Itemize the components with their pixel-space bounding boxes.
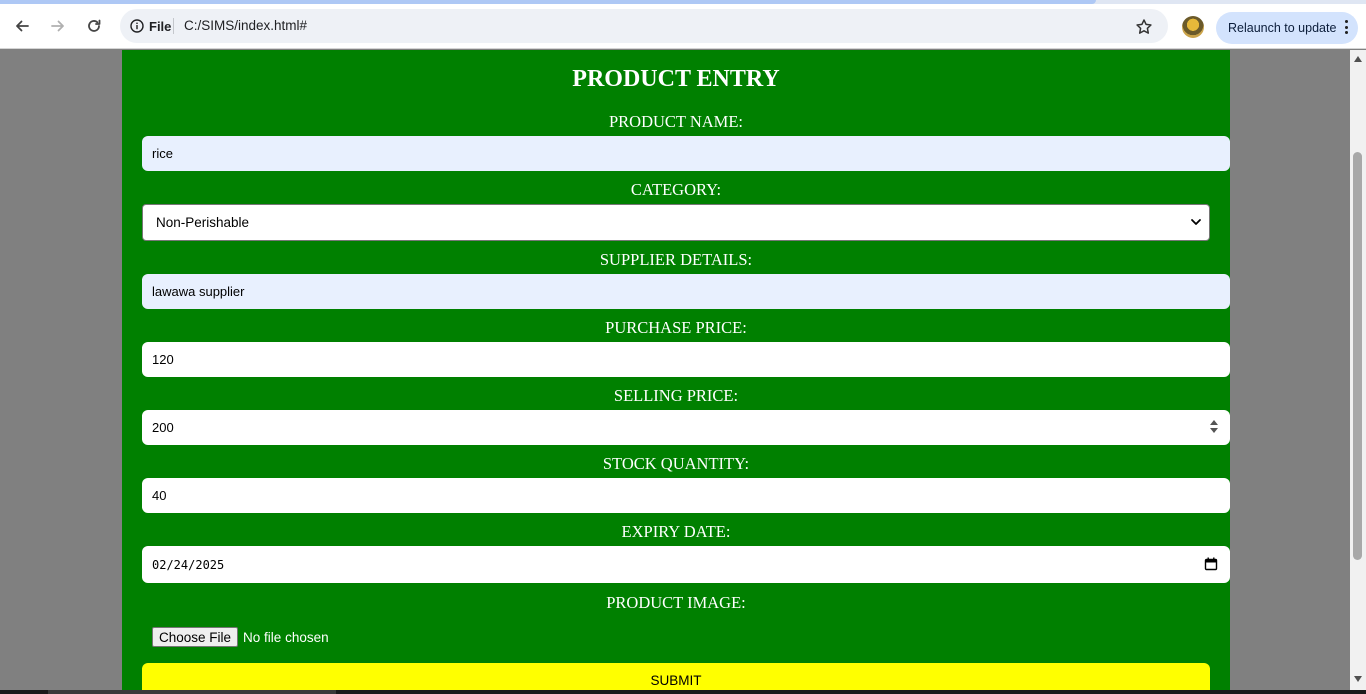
product-image-label: PRODUCT IMAGE:: [606, 593, 746, 612]
page-viewport: PRODUCT ENTRY PRODUCT NAME: rice CATEGOR…: [0, 50, 1350, 690]
expiry-date-value: 02/24/2025: [152, 557, 225, 572]
scrollbar-thumb[interactable]: [1353, 152, 1362, 560]
page-scrollbar[interactable]: [1350, 50, 1366, 690]
stock-quantity-label: STOCK QUANTITY:: [602, 454, 750, 473]
submit-button[interactable]: SUBMIT: [142, 663, 1210, 690]
omnibox-divider: [173, 18, 174, 34]
category-value: Non-Perishable: [156, 215, 250, 230]
forward-button[interactable]: [42, 10, 74, 42]
product-entry-form: PRODUCT ENTRY PRODUCT NAME: rice CATEGOR…: [122, 50, 1230, 690]
scroll-down-icon[interactable]: [1354, 676, 1362, 682]
star-icon: [1136, 19, 1152, 34]
selling-price-value: 200: [152, 420, 174, 435]
number-spinner-icon[interactable]: [1210, 420, 1218, 433]
browser-toolbar: File C:/SIMS/index.html# Relaunch to upd…: [0, 4, 1366, 49]
chevron-down-icon: [1191, 219, 1201, 225]
product-name-value: rice: [152, 146, 173, 161]
taskbar-segment: [48, 690, 336, 694]
reload-button[interactable]: [78, 10, 110, 42]
purchase-price-value: 120: [152, 352, 174, 367]
back-button[interactable]: [6, 10, 38, 42]
site-info-chip[interactable]: File: [124, 13, 179, 39]
calendar-icon[interactable]: [1204, 557, 1218, 571]
supplier-value: lawawa supplier: [152, 284, 245, 299]
file-status-text: No file chosen: [243, 629, 329, 645]
product-name-input[interactable]: rice: [142, 136, 1230, 171]
reload-icon: [88, 19, 101, 32]
expiry-date-label: EXPIRY DATE:: [621, 522, 731, 541]
address-bar[interactable]: File C:/SIMS/index.html#: [120, 9, 1168, 43]
scroll-up-icon[interactable]: [1354, 56, 1362, 62]
supplier-input[interactable]: lawawa supplier: [142, 274, 1230, 309]
product-image-input: Choose File No file chosen: [152, 627, 329, 647]
arrow-right-icon: [51, 20, 64, 32]
selling-price-input[interactable]: 200: [142, 410, 1230, 445]
supplier-label: SUPPLIER DETAILS:: [599, 250, 753, 269]
profile-avatar[interactable]: [1182, 16, 1204, 38]
site-info-label: File: [149, 18, 172, 34]
bookmark-button[interactable]: [1128, 11, 1160, 43]
form-title: PRODUCT ENTRY: [572, 66, 780, 92]
arrow-left-icon: [16, 20, 29, 32]
purchase-price-label: PURCHASE PRICE:: [605, 318, 747, 337]
expiry-date-input[interactable]: 02/24/2025: [142, 546, 1230, 583]
choose-file-button[interactable]: Choose File: [152, 627, 239, 647]
more-menu-icon[interactable]: [1345, 20, 1348, 34]
category-select[interactable]: Non-Perishable: [142, 204, 1210, 241]
product-name-label: PRODUCT NAME:: [608, 112, 743, 131]
url-text[interactable]: C:/SIMS/index.html#: [184, 9, 307, 43]
info-icon: [130, 19, 144, 33]
os-taskbar-edge: [0, 690, 1366, 694]
purchase-price-input[interactable]: 120: [142, 342, 1230, 377]
selling-price-label: SELLING PRICE:: [613, 386, 739, 405]
relaunch-button[interactable]: Relaunch to update: [1216, 12, 1358, 44]
relaunch-label: Relaunch to update: [1228, 21, 1337, 35]
stock-quantity-value: 40: [152, 488, 167, 503]
stock-quantity-input[interactable]: 40: [142, 478, 1230, 513]
category-label: CATEGORY:: [630, 180, 722, 199]
